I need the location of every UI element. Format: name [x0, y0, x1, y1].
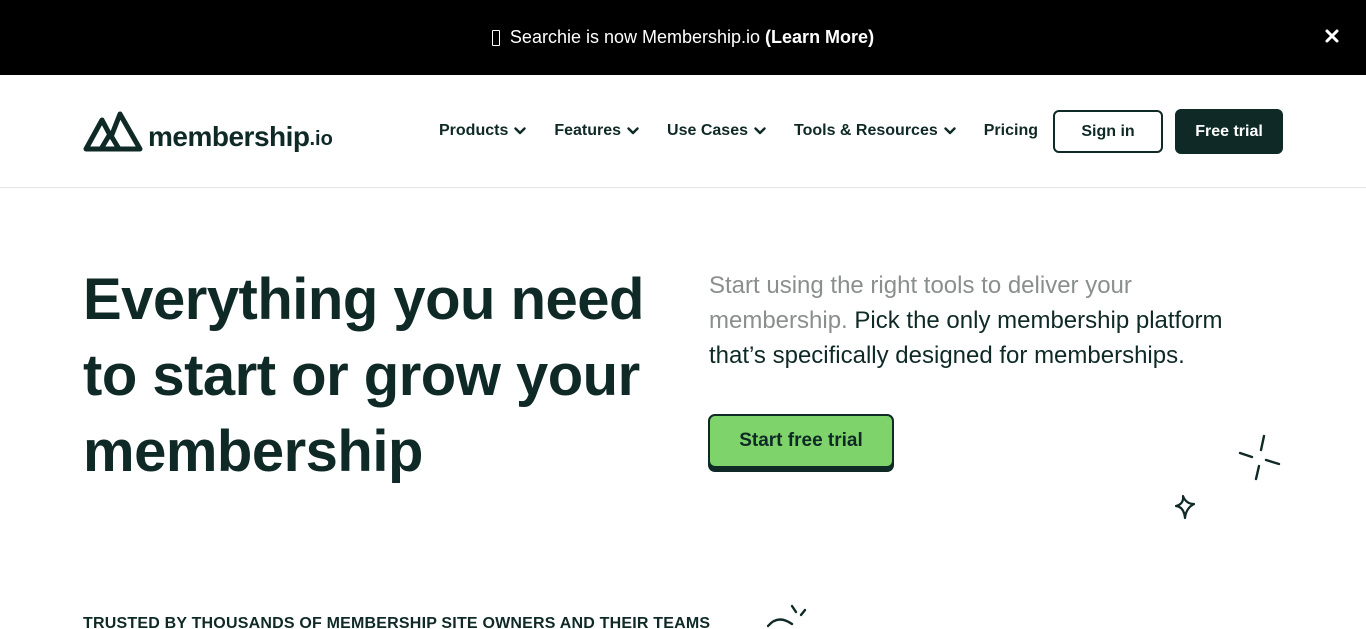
nav-item-label: Tools & Resources	[794, 122, 938, 139]
nav-item-label: Use Cases	[667, 122, 748, 139]
nav-item-label: Pricing	[983, 122, 1038, 139]
chevron-down-icon	[754, 127, 766, 135]
announcement-content: Searchie is now Membership.io (Learn Mor…	[0, 0, 1366, 75]
learn-more-link[interactable]: (Learn More)	[765, 27, 874, 48]
close-icon[interactable]	[1322, 26, 1342, 46]
sign-in-button[interactable]: Sign in	[1053, 110, 1163, 153]
mountain-logo-icon	[83, 111, 143, 152]
nav-item-label: Features	[554, 122, 622, 139]
announcement-bar: Searchie is now Membership.io (Learn Mor…	[0, 0, 1366, 75]
curved-lines-icon	[766, 604, 807, 628]
free-trial-button[interactable]: Free trial	[1175, 109, 1283, 154]
nav-item-pricing[interactable]: Pricing	[984, 122, 1038, 140]
logo-suffix: .io	[309, 128, 333, 150]
start-free-trial-button[interactable]: Start free trial	[708, 414, 894, 468]
hero-subtitle: Start using the right tools to deliver y…	[709, 268, 1269, 373]
nav-item-tools-resources[interactable]: Tools & Resources	[794, 122, 956, 140]
sparkle-lines-icon	[1238, 434, 1281, 481]
logo-wordmark: membership	[148, 121, 310, 152]
hero-title: Everything you need to start or grow you…	[83, 267, 644, 484]
sparkle-star-icon	[1174, 494, 1196, 520]
site-header: membership .io Products Features Use Cas…	[0, 75, 1366, 188]
announcement-text: Searchie is now Membership.io	[509, 27, 761, 47]
nav-item-products[interactable]: Products	[439, 122, 527, 140]
main-nav: Products Features Use Cases Tools & Reso…	[439, 75, 1038, 187]
nav-item-label: Products	[439, 122, 509, 139]
chevron-down-icon	[514, 127, 527, 135]
announcement-glyph-icon	[491, 29, 500, 46]
start-free-trial-wrapper: Start free trial	[708, 414, 894, 472]
site-logo[interactable]: membership .io	[83, 110, 333, 152]
chevron-down-icon	[944, 127, 956, 135]
chevron-down-icon	[627, 127, 639, 135]
nav-item-features[interactable]: Features	[554, 122, 639, 140]
trusted-by-heading: TRUSTED BY THOUSANDS OF MEMBERSHIP SITE …	[83, 615, 711, 629]
nav-item-use-cases[interactable]: Use Cases	[667, 122, 766, 140]
